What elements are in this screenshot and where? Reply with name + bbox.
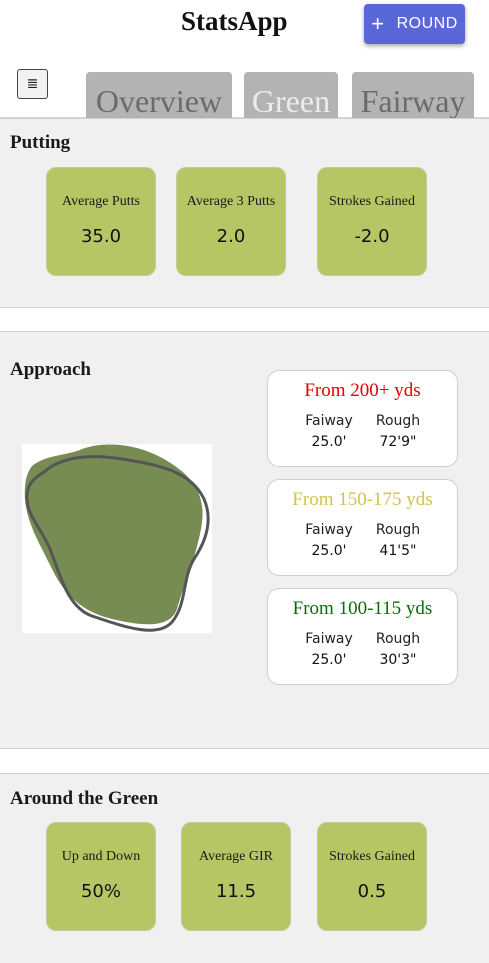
around-green-title: Around the Green (10, 788, 159, 809)
stat-label: Average 3 Putts (186, 194, 276, 209)
menu-button[interactable]: ≣ (17, 69, 48, 99)
approach-title: Approach (10, 359, 91, 380)
fairway-label: Faiway (305, 631, 353, 647)
tab-overview[interactable]: Overview (86, 72, 232, 118)
app-title: StatsApp (181, 6, 288, 36)
stat-value: 11.5 (215, 881, 257, 902)
stat-card-strokes-gained: Strokes Gained 0.5 (317, 822, 427, 931)
approach-range-label: From 100-115 yds (292, 598, 433, 619)
rough-column: Rough 41'5" (368, 522, 428, 559)
rough-value: 30'3" (379, 652, 417, 668)
tab-fairway-label: Fairway (360, 83, 466, 119)
fairway-column: Faiway 25.0' (299, 631, 359, 668)
plus-icon: + (371, 11, 385, 36)
tab-overview-label: Overview (95, 83, 223, 119)
stat-card-average-putts: Average Putts 35.0 (46, 167, 156, 276)
fairway-column: Faiway 25.0' (299, 413, 359, 450)
tab-green-label: Green (251, 83, 331, 119)
app-header: StatsApp + ROUND ≣ Overview Green Fairwa… (0, 0, 489, 118)
fairway-value: 25.0' (311, 652, 347, 668)
rough-column: Rough 72'9" (368, 413, 428, 450)
approach-card-200-plus: From 200+ yds Faiway 25.0' Rough 72'9" (267, 370, 458, 467)
approach-range-label: From 200+ yds (304, 380, 421, 401)
stat-label: Average Putts (62, 194, 140, 209)
tab-fairway[interactable]: Fairway (352, 72, 474, 118)
rough-label: Rough (375, 522, 421, 538)
stat-label: Up and Down (61, 849, 141, 864)
fairway-value: 25.0' (311, 434, 347, 450)
stat-card-average-3-putts: Average 3 Putts 2.0 (176, 167, 286, 276)
putting-green-icon (24, 444, 210, 632)
putting-title: Putting (10, 132, 71, 153)
rough-label: Rough (375, 413, 421, 429)
rough-value: 41'5" (379, 543, 417, 559)
stat-value: 35.0 (80, 226, 122, 247)
stat-value: -2.0 (354, 226, 390, 247)
stat-card-strokes-gained: Strokes Gained -2.0 (317, 167, 427, 276)
around-green-section: Around the Green Up and Down 50% Average… (0, 773, 489, 963)
fairway-column: Faiway 25.0' (299, 522, 359, 559)
putting-section: Putting Average Putts 35.0 Average 3 Put… (0, 118, 489, 308)
approach-range-label: From 150-175 yds (292, 489, 433, 510)
rough-column: Rough 30'3" (368, 631, 428, 668)
stat-value: 50% (80, 881, 121, 902)
stat-label: Strokes Gained (329, 194, 415, 209)
fairway-label: Faiway (305, 522, 353, 538)
add-round-button-label: ROUND (396, 15, 458, 32)
tab-green[interactable]: Green (244, 72, 338, 118)
stat-value: 2.0 (216, 226, 246, 247)
rough-value: 72'9" (379, 434, 417, 450)
stat-card-up-and-down: Up and Down 50% (46, 822, 156, 931)
stat-label: Average GIR (199, 849, 273, 864)
stat-card-average-gir: Average GIR 11.5 (181, 822, 291, 931)
approach-card-100-115: From 100-115 yds Faiway 25.0' Rough 30'3… (267, 588, 458, 685)
add-round-button[interactable]: + ROUND (364, 4, 465, 44)
hamburger-menu-icon: ≣ (26, 76, 39, 92)
approach-card-150-175: From 150-175 yds Faiway 25.0' Rough 41'5… (267, 479, 458, 576)
rough-label: Rough (375, 631, 421, 647)
fairway-value: 25.0' (311, 543, 347, 559)
fairway-label: Faiway (305, 413, 353, 429)
stat-value: 0.5 (357, 881, 387, 902)
stat-label: Strokes Gained (329, 849, 415, 864)
green-diagram (22, 444, 212, 633)
